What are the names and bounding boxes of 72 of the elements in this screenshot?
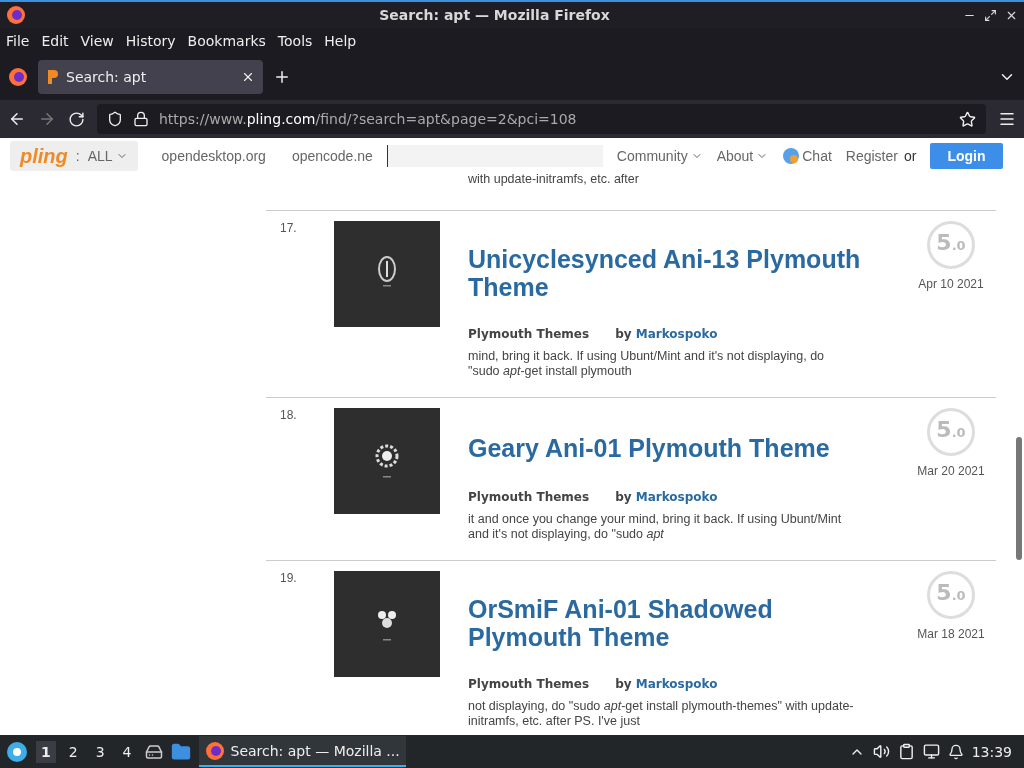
score-badge: 5.0 [927, 571, 975, 619]
result-snippet: mind, bring it back. If using Ubunt/Mint and it's not displaying, do "sudo apt-get install plymouth [468, 349, 826, 379]
result-title-link[interactable]: OrSmiF Ani-01 Shadowed Plymouth Theme [468, 595, 888, 651]
new-tab-icon[interactable] [273, 68, 291, 86]
author-link[interactable]: Markospoko [635, 327, 718, 341]
nav-dropdown[interactable]: About [716, 148, 769, 164]
menu-item[interactable]: File [6, 33, 30, 49]
address-bar[interactable]: https://www.pling.com/find/?search=apt&page=2&pci=108 [97, 104, 986, 134]
category-label: Plymouth Themes [468, 490, 590, 504]
result-snippet: with update-initramfs, etc. after [467, 172, 640, 188]
tab-favicon [46, 69, 58, 85]
clipboard-icon[interactable] [897, 743, 915, 760]
result-number: 19. [280, 571, 298, 587]
nav-dropdown[interactable]: Community [616, 148, 703, 164]
menu-item[interactable]: Tools [277, 33, 313, 49]
folder-icon[interactable] [170, 741, 191, 762]
separator: : [75, 148, 80, 164]
taskbar-task[interactable]: Search: apt — Mozilla ... [198, 736, 406, 767]
register-link[interactable]: Register [845, 148, 898, 164]
menu-item[interactable]: Bookmarks [187, 33, 266, 49]
category-label: Plymouth Themes [468, 677, 590, 691]
search-field[interactable] [386, 145, 603, 167]
forward-icon[interactable] [38, 110, 56, 128]
reload-icon[interactable] [68, 110, 85, 128]
result-snippet: it and once you change your mind, bring it back. If using Ubunt/Mint and it's not displaying, do "sudo apt [468, 512, 843, 542]
category-label: Plymouth Themes [468, 327, 590, 341]
workspace-button[interactable]: 2 [63, 740, 83, 763]
close-icon[interactable] [241, 70, 255, 84]
scope-dropdown[interactable]: ALL [87, 148, 128, 164]
workspace-button[interactable]: 4 [117, 740, 137, 763]
bookmark-star-icon[interactable] [959, 110, 976, 128]
chat-icon [782, 147, 801, 165]
result-number: 17. [280, 221, 298, 237]
or-text: or [903, 148, 917, 164]
shield-icon [107, 111, 123, 127]
score-badge: 5.0 [927, 221, 975, 269]
menu-item[interactable]: View [80, 33, 114, 49]
start-menu-icon[interactable] [6, 740, 28, 763]
pling-logo: pling [20, 144, 68, 168]
notification-icon[interactable] [947, 743, 964, 760]
author-link[interactable]: Markospoko [635, 677, 718, 691]
by-label: by [615, 327, 632, 341]
workspace-button[interactable]: 3 [90, 740, 110, 763]
site-logo-menu[interactable]: pling : ALL [10, 141, 138, 171]
menu-item[interactable]: Edit [41, 33, 69, 49]
result-snippet: not displaying, do "sudo apt-get install plymouth-themes" with update-initramfs, etc. after PS. I've just [468, 699, 855, 729]
workspace-button[interactable]: 1 [36, 740, 56, 763]
volume-icon[interactable] [872, 743, 890, 760]
menu-item[interactable]: History [125, 33, 176, 49]
scrollbar-thumb[interactable] [1016, 437, 1022, 560]
result-date: Apr 10 2021 [918, 277, 984, 291]
result-date: Mar 18 2021 [917, 627, 985, 641]
author-link[interactable]: Markospoko [635, 490, 718, 504]
result-title-link[interactable]: Geary Ani-01 Plymouth Theme [468, 434, 888, 462]
result-number: 18. [280, 408, 298, 424]
result-title-link[interactable]: Unicyclesynced Ani-13 Plymouth Theme [468, 245, 888, 301]
browser-tab[interactable]: Search: apt [38, 60, 263, 94]
result-date: Mar 20 2021 [917, 464, 985, 478]
window-title: Search: apt — Mozilla Firefox [378, 7, 611, 23]
chat-link[interactable]: Chat [802, 148, 832, 164]
by-label: by [615, 490, 632, 504]
maximize-icon[interactable] [984, 8, 997, 22]
site-link[interactable]: opencode.ne [291, 148, 373, 164]
lock-icon [133, 111, 149, 127]
site-link[interactable]: opendesktop.org [161, 148, 266, 164]
menu-icon[interactable] [998, 110, 1016, 128]
login-button[interactable]: Login [930, 143, 1003, 169]
by-label: by [615, 677, 632, 691]
clock: 13:39 [971, 743, 1012, 760]
score-badge: 5.0 [927, 408, 975, 456]
menu-item[interactable]: Help [324, 33, 357, 49]
back-icon[interactable] [8, 110, 26, 128]
